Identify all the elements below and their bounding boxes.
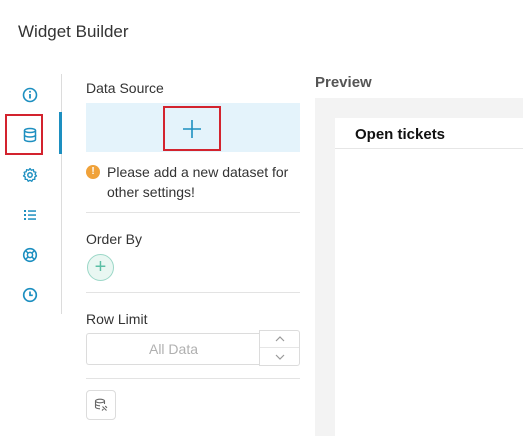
rail-item-info[interactable] <box>20 85 40 105</box>
widget-card-divider <box>335 148 523 149</box>
rail-item-history[interactable] <box>20 285 40 305</box>
section-divider <box>86 212 300 213</box>
dataset-hint-text: Please add a new dataset for other setti… <box>107 164 289 200</box>
stepper-down-button[interactable] <box>260 348 299 365</box>
list-icon <box>24 210 36 220</box>
side-rail-divider <box>61 74 62 314</box>
add-order-by-button[interactable]: + <box>87 254 114 281</box>
rail-active-indicator <box>59 112 62 154</box>
section-divider <box>86 378 300 379</box>
section-divider <box>86 292 300 293</box>
row-limit-label: Row Limit <box>86 311 148 327</box>
database-icon <box>23 127 37 143</box>
sql-icon <box>94 398 108 411</box>
stepper-up-button[interactable] <box>260 331 299 348</box>
add-dataset-button[interactable] <box>163 106 221 151</box>
rail-item-settings[interactable] <box>20 165 40 185</box>
order-by-label: Order By <box>86 231 143 247</box>
gear-icon <box>22 167 38 182</box>
rail-item-data-source[interactable] <box>20 125 40 145</box>
row-limit-stepper <box>259 330 300 366</box>
clock-icon <box>22 287 38 303</box>
exclamation-icon: ! <box>86 165 100 179</box>
widget-card-title: Open tickets <box>355 126 446 143</box>
chevron-up-icon <box>275 336 284 342</box>
data-source-label: Data Source <box>86 80 164 96</box>
info-icon <box>22 87 38 103</box>
sql-button[interactable] <box>86 390 116 420</box>
app-title: Widget Builder <box>18 22 129 41</box>
preview-widget-card: Open tickets <box>335 118 523 436</box>
lifebuoy-icon <box>22 247 38 263</box>
row-limit-input[interactable]: All Data <box>86 333 260 365</box>
side-rail <box>0 72 62 316</box>
preview-title: Preview <box>315 74 372 91</box>
chevron-down-icon <box>275 354 284 360</box>
rail-item-support[interactable] <box>20 245 40 265</box>
rail-item-list[interactable] <box>20 205 40 225</box>
plus-icon <box>183 119 201 138</box>
